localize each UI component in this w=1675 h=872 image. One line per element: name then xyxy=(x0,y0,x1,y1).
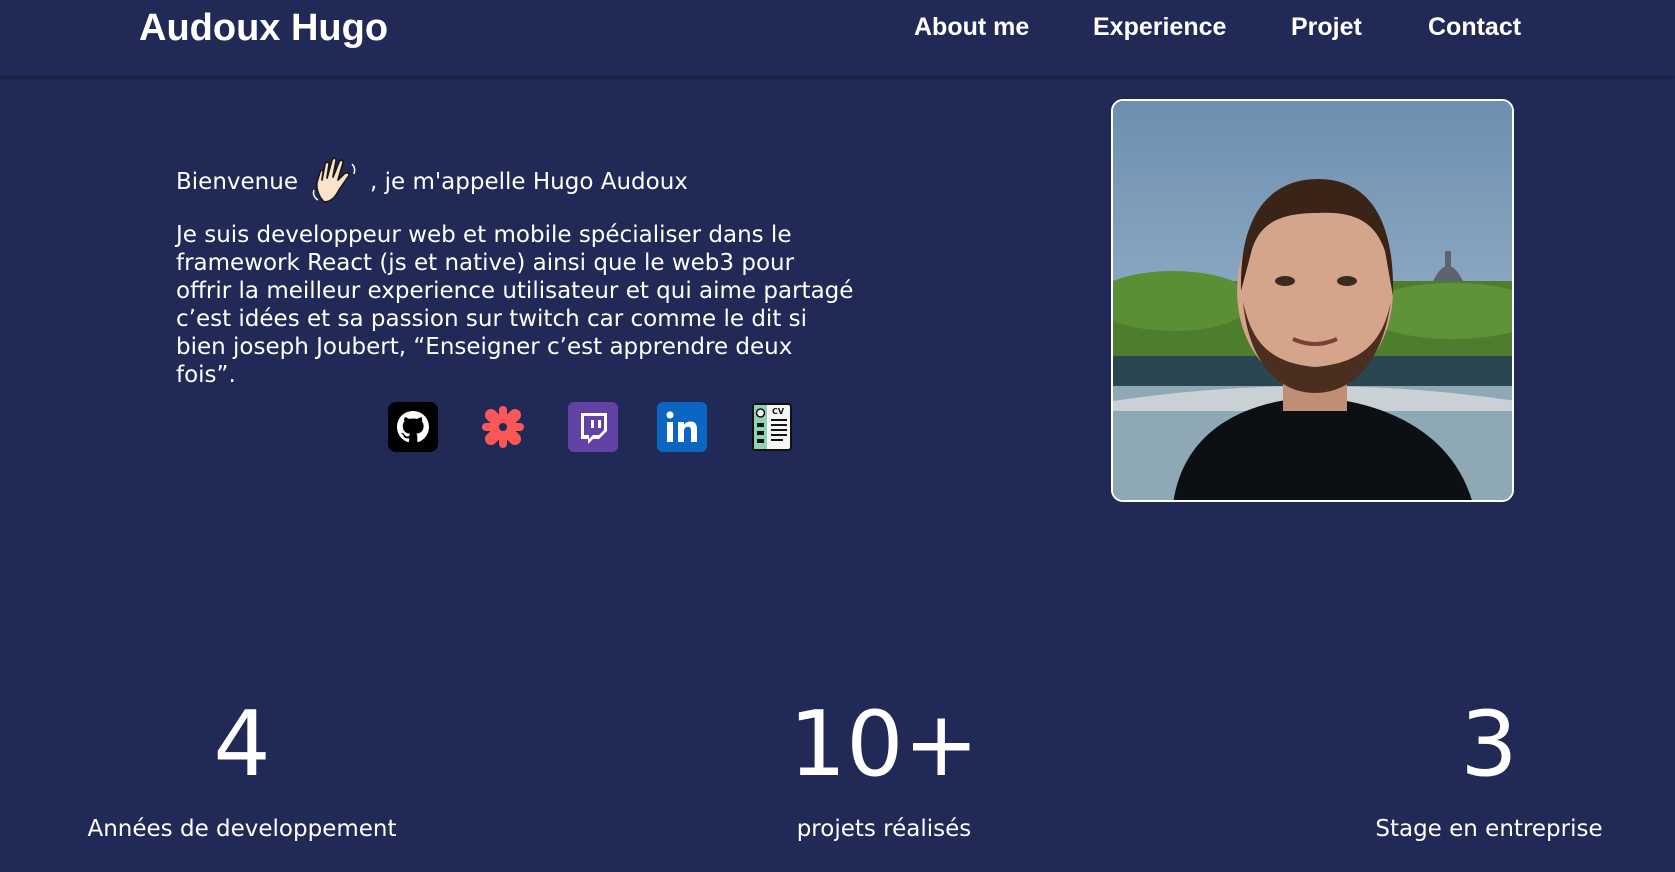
greeting-text-start: Bienvenue xyxy=(176,169,298,195)
stat-internships-label: Stage en entreprise xyxy=(1375,816,1603,842)
stat-years-label: Années de developpement xyxy=(87,816,397,842)
nav-experience[interactable]: Experience xyxy=(1093,13,1226,42)
nav-contact[interactable]: Contact xyxy=(1428,13,1521,42)
stat-projects-label: projets réalisés xyxy=(796,816,972,842)
bio-line: framework React (js et native) ainsi que… xyxy=(176,250,795,276)
waving-hand-icon xyxy=(312,157,356,203)
bio-line: bien joseph Joubert, “Enseigner c’est ap… xyxy=(176,334,793,388)
bio-line: c’est idées et sa passion sur twitch car… xyxy=(176,306,808,332)
greeting: Bienvenue , je m'appelle Hugo Audoux xyxy=(176,154,688,210)
bio-paragraph: Je suis developpeur web et mobile spécia… xyxy=(176,221,856,389)
stat-internships-value: 3 xyxy=(1460,692,1518,797)
profile-photo xyxy=(1111,99,1514,502)
top-navbar: Audoux Hugo About me Experience Projet C… xyxy=(0,0,1675,76)
stat-years-value: 4 xyxy=(213,692,271,797)
svg-text:CV: CV xyxy=(772,407,785,416)
linkedin-icon[interactable] xyxy=(657,402,707,452)
nav-projet[interactable]: Projet xyxy=(1291,13,1362,42)
cv-icon[interactable]: CV xyxy=(747,402,797,452)
brand-name[interactable]: Audoux Hugo xyxy=(139,7,388,50)
bio-line: offrir la meilleur experience utilisateu… xyxy=(176,278,854,304)
github-icon[interactable] xyxy=(388,402,438,452)
bio-line: Je suis developpeur web et mobile spécia… xyxy=(176,222,792,248)
malt-icon[interactable] xyxy=(478,402,528,452)
twitch-icon[interactable] xyxy=(568,402,618,452)
nav-about-me[interactable]: About me xyxy=(914,13,1029,42)
greeting-text-end: , je m'appelle Hugo Audoux xyxy=(369,169,688,195)
stat-projects-value: 10+ xyxy=(789,692,979,797)
